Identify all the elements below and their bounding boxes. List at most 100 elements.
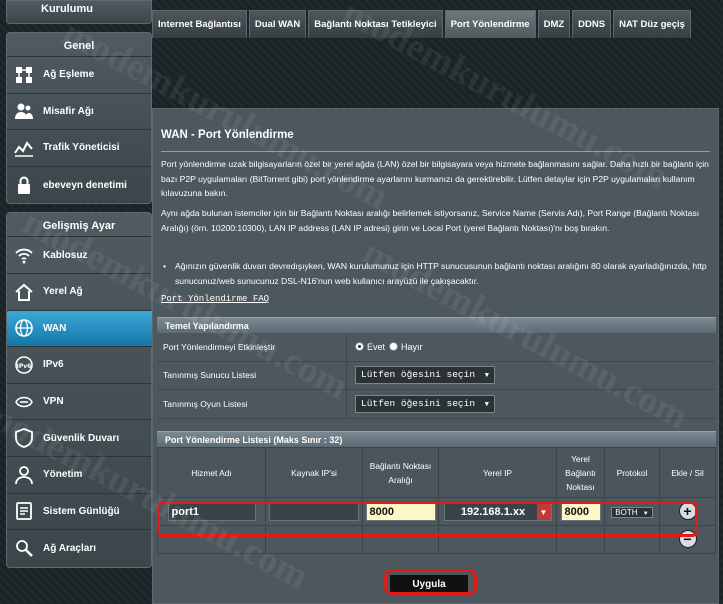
sidebar-item-firewall[interactable]: Güvenlik Duvarı bbox=[7, 420, 151, 457]
tab-dmz[interactable]: DMZ bbox=[537, 10, 571, 38]
port-forward-list-header: Port Yönlendirme Listesi (Maks Sınır : 3… bbox=[157, 431, 716, 447]
firewall-icon bbox=[13, 427, 35, 449]
game-list-select[interactable]: Lütfen öğesini seçin ▼ bbox=[355, 394, 495, 413]
col-add-remove: Ekle / Sil bbox=[659, 447, 716, 498]
wireless-icon bbox=[13, 244, 35, 266]
sidebar-item-label: Yerel Ağ bbox=[43, 286, 83, 298]
radio-no[interactable] bbox=[389, 342, 399, 352]
sidebar-general-group: Genel Ağ Eşleme Misafir Ağı Trafik Yönet… bbox=[6, 32, 152, 205]
traffic-manager-icon bbox=[13, 137, 35, 159]
col-service-name: Hizmet Adı bbox=[157, 447, 266, 498]
table-row-empty: − bbox=[157, 525, 716, 554]
page-title: WAN - Port Yönlendirme bbox=[161, 129, 294, 141]
enable-label: Port Yönlendirmeyi Etkinleştir bbox=[157, 333, 347, 361]
protocol-select[interactable]: BOTH ▼ bbox=[611, 507, 653, 518]
sidebar-item-traffic-manager[interactable]: Trafik Yöneticisi bbox=[7, 130, 151, 167]
sidebar-item-system-log[interactable]: Sistem Günlüğü bbox=[7, 494, 151, 531]
title-divider bbox=[161, 151, 710, 152]
lan-icon bbox=[13, 281, 35, 303]
tab-internet-connection[interactable]: Internet Bağlantısı bbox=[152, 10, 247, 38]
administration-icon bbox=[13, 464, 35, 486]
sidebar-item-wireless[interactable]: Kablosuz bbox=[7, 237, 151, 274]
server-list-value: Lütfen öğesini seçin bbox=[361, 369, 476, 381]
local-ip-value: 192.168.1.xx bbox=[460, 506, 526, 518]
table-row-new: port1 8000 192.168.1.xx ▼ 8000 BOTH ▼ + bbox=[157, 497, 716, 526]
sidebar-item-label: WAN bbox=[43, 322, 67, 334]
vpn-icon bbox=[13, 391, 35, 413]
source-ip-input[interactable] bbox=[269, 502, 359, 521]
sidebar-item-label: IPv6 bbox=[43, 359, 64, 371]
server-list-label: Tanınmış Sunucu Listesi bbox=[157, 361, 347, 390]
sidebar-item-label: Ağ Araçları bbox=[43, 542, 96, 554]
protocol-value: BOTH bbox=[615, 508, 638, 517]
sidebar-general-header: Genel bbox=[7, 33, 151, 57]
col-source-ip: Kaynak IP'si bbox=[265, 447, 363, 498]
sidebar-item-label: Misafir Ağı bbox=[43, 105, 94, 117]
sidebar-item-administration[interactable]: Yönetim bbox=[7, 457, 151, 494]
faq-link[interactable]: Port Yönlendirme FAQ bbox=[161, 294, 269, 304]
sidebar-item-label: Sistem Günlüğü bbox=[43, 505, 120, 517]
sidebar-item-lan[interactable]: Yerel Ağ bbox=[7, 274, 151, 311]
radio-no-label: Hayır bbox=[401, 341, 423, 352]
local-ip-input[interactable]: 192.168.1.xx ▼ bbox=[443, 503, 552, 521]
sidebar-item-label: Yönetim bbox=[43, 469, 83, 481]
col-local-port: Yerel Bağlantı Noktası bbox=[556, 447, 605, 498]
wan-globe-icon bbox=[13, 317, 35, 339]
minus-icon: − bbox=[683, 531, 692, 547]
parental-control-icon bbox=[13, 174, 35, 196]
radio-yes-label: Evet bbox=[367, 341, 386, 352]
bullet-text: Ağınızın güvenlik duvarı devredışıyken, … bbox=[175, 261, 707, 286]
sidebar-item-parental-control[interactable]: ebeveyn denetimi bbox=[7, 167, 151, 204]
dropdown-arrow-icon: ▼ bbox=[484, 400, 489, 409]
sidebar-item-vpn[interactable]: VPN bbox=[7, 384, 151, 421]
sidebar-item-label: ebeveyn denetimi bbox=[43, 179, 127, 191]
delete-rule-button[interactable]: − bbox=[678, 530, 697, 548]
tab-bar: Internet Bağlantısı Dual WAN Bağlantı No… bbox=[152, 10, 691, 38]
game-list-row: Tanınmış Oyun Listesi Lütfen öğesini seç… bbox=[157, 390, 716, 419]
game-list-value: Lütfen öğesini seçin bbox=[361, 397, 476, 409]
sidebar-advanced-group: Gelişmiş Ayar Kablosuz Yerel Ağ WAN IPv6… bbox=[6, 212, 157, 568]
tab-port-trigger[interactable]: Bağlantı Noktası Tetikleyici bbox=[308, 10, 443, 38]
service-name-input[interactable]: port1 bbox=[167, 502, 256, 521]
system-log-icon bbox=[13, 500, 35, 522]
game-list-label: Tanınmış Oyun Listesi bbox=[157, 390, 347, 418]
plus-icon: + bbox=[683, 503, 692, 519]
sidebar-item-label: VPN bbox=[43, 396, 64, 408]
dropdown-arrow-icon: ▼ bbox=[642, 511, 649, 517]
port-forward-list-section: Port Yönlendirme Listesi (Maks Sınır : 3… bbox=[157, 431, 716, 554]
sidebar-item-wan[interactable]: WAN bbox=[7, 310, 157, 348]
sidebar-item-ipv6[interactable]: IPv6 IPv6 bbox=[7, 347, 151, 384]
network-tools-icon bbox=[13, 537, 35, 559]
sidebar-item-label: Kablosuz bbox=[43, 249, 88, 261]
tab-nat-passthrough[interactable]: NAT Düz geçiş bbox=[613, 10, 691, 38]
enable-options: Evet Hayır bbox=[347, 333, 716, 361]
guest-network-icon bbox=[13, 100, 35, 122]
sidebar-top-label: Kurulumu bbox=[41, 3, 93, 15]
main-panel: WAN - Port Yönlendirme Port yönlendirme … bbox=[152, 108, 719, 604]
tab-ddns[interactable]: DDNS bbox=[572, 10, 612, 38]
description-paragraph-2: Aynı ağda bulunan istemciler için bir Ba… bbox=[161, 208, 700, 233]
server-list-select[interactable]: Lütfen öğesini seçin ▼ bbox=[355, 366, 495, 385]
sidebar-item-network-tools[interactable]: Ağ Araçları bbox=[7, 530, 151, 567]
sidebar-item-label: Trafik Yöneticisi bbox=[43, 142, 120, 154]
sidebar-quick-setup[interactable]: Kurulumu bbox=[6, 0, 152, 24]
radio-yes[interactable] bbox=[355, 342, 364, 352]
dropdown-arrow-icon[interactable]: ▼ bbox=[536, 504, 551, 520]
ipv6-icon: IPv6 bbox=[13, 354, 35, 376]
svg-text:IPv6: IPv6 bbox=[17, 363, 32, 370]
port-range-input[interactable]: 8000 bbox=[365, 502, 436, 521]
sidebar-item-label: Ağ Eşleme bbox=[43, 69, 95, 81]
tab-port-forwarding[interactable]: Port Yönlendirme bbox=[444, 10, 536, 38]
sidebar-item-guest-network[interactable]: Misafir Ağı bbox=[7, 94, 151, 131]
col-protocol: Protokol bbox=[604, 447, 660, 498]
description-bullet: • Ağınızın güvenlik duvarı devredışıyken… bbox=[161, 259, 710, 288]
port-forward-table: Hizmet Adı Kaynak IP'si Bağlantı Noktası… bbox=[157, 447, 716, 554]
bullet-dot-icon: • bbox=[163, 261, 167, 271]
add-rule-button[interactable]: + bbox=[678, 502, 697, 520]
dropdown-arrow-icon: ▼ bbox=[484, 372, 489, 381]
local-port-input[interactable]: 8000 bbox=[560, 502, 601, 521]
col-local-ip: Yerel IP bbox=[438, 447, 557, 498]
sidebar-item-network-map[interactable]: Ağ Eşleme bbox=[7, 57, 151, 94]
apply-button[interactable]: Uygula bbox=[389, 574, 469, 594]
tab-dual-wan[interactable]: Dual WAN bbox=[248, 10, 307, 38]
